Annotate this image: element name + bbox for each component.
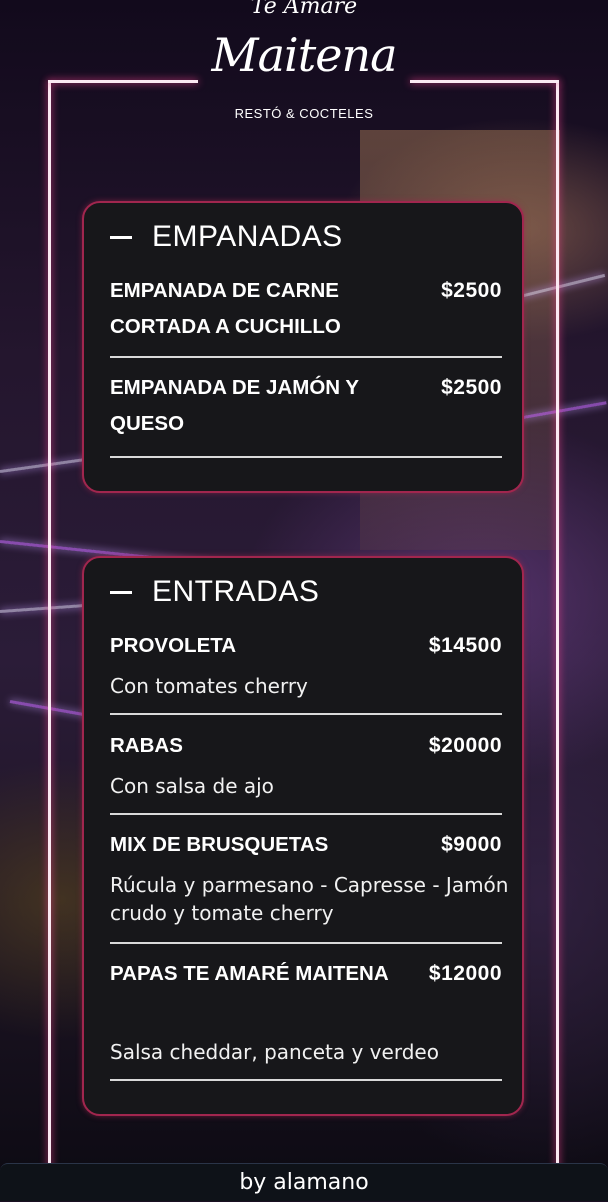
item-description: Con salsa de ajo [110, 774, 274, 798]
item-price: $14500 [428, 634, 502, 657]
item-name: MIX DE BRUSQUETAS [110, 833, 329, 856]
menu-item: EMPANADA DE CARNE CORTADA A CUCHILLO $25… [110, 273, 502, 358]
item-divider [110, 713, 502, 715]
menu-item: MIX DE BRUSQUETAS $9000 Rúcula y parmesa… [110, 827, 508, 947]
item-price: $2500 [441, 376, 502, 399]
item-name: PAPAS TE AMARÉ MAITENA [110, 962, 389, 985]
minus-icon[interactable] [110, 590, 132, 594]
item-price: $12000 [428, 962, 502, 985]
item-price: $9000 [441, 833, 502, 856]
category-header[interactable]: ENTRADAS [110, 574, 319, 610]
logo-script-small: Te Amaré [250, 0, 358, 19]
item-name: EMPANADA DE JAMÓN Y QUESO [110, 376, 359, 435]
item-divider [110, 942, 502, 944]
logo-script-main: Maitena [211, 28, 398, 82]
menu-item: PAPAS TE AMARÉ MAITENA $12000 Salsa ched… [110, 956, 502, 1086]
item-description: Salsa cheddar, panceta y verdeo [110, 1040, 439, 1064]
category-card-empanadas: EMPANADAS EMPANADA DE CARNE CORTADA A CU… [82, 201, 524, 493]
item-name: RABAS [110, 734, 183, 757]
item-divider [110, 813, 502, 815]
item-divider [110, 356, 502, 358]
minus-icon[interactable] [110, 235, 132, 239]
item-price: $20000 [428, 734, 502, 757]
category-title: ENTRADAS [152, 575, 320, 608]
category-card-entradas: ENTRADAS PROVOLETA $14500 Con tomates ch… [82, 556, 524, 1116]
neon-frame-left [48, 82, 51, 1172]
footer-bar: by alamano [0, 1163, 608, 1201]
menu-item: EMPANADA DE JAMÓN Y QUESO $2500 [110, 370, 502, 458]
footer-credit-link[interactable]: by alamano [239, 1170, 368, 1195]
neon-frame-right [556, 82, 559, 1172]
item-name: PROVOLETA [110, 634, 237, 657]
category-title: EMPANADAS [152, 220, 343, 253]
logo-tagline: RESTÓ & COCTELES [234, 106, 374, 121]
item-description: Rúcula y parmesano - Capresse - Jamón cr… [110, 873, 509, 925]
menu-item: PROVOLETA $14500 Con tomates cherry [110, 628, 502, 718]
category-header[interactable]: EMPANADAS [110, 219, 343, 255]
item-price: $2500 [441, 279, 502, 302]
menu-item: RABAS $20000 Con salsa de ajo [110, 728, 502, 818]
item-name: EMPANADA DE CARNE CORTADA A CUCHILLO [110, 279, 341, 338]
item-divider [110, 1079, 502, 1081]
item-description: Con tomates cherry [110, 674, 308, 698]
item-divider [110, 456, 502, 458]
